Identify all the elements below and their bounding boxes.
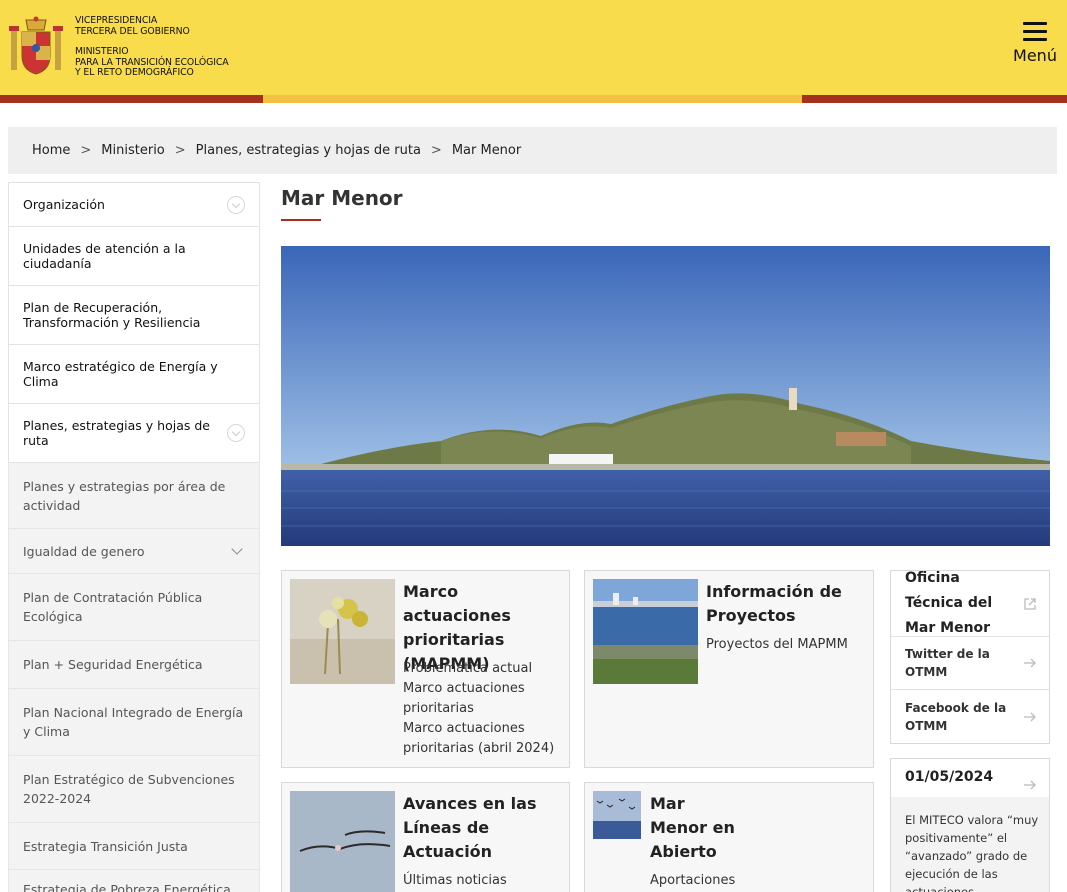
sidebar-subitem[interactable]: Plan de Contratación Pública Ecológica <box>8 574 260 641</box>
sidebar-subitem[interactable]: Plan Nacional Integrado de Energía y Cli… <box>8 689 260 756</box>
sidebar-subitem-label: Plan + Seguridad Energética <box>23 657 203 672</box>
hero-image-mar-menor <box>281 246 1050 546</box>
site-header: Vicepresidencia Tercera del Gobierno Min… <box>0 0 1067 95</box>
card-link[interactable]: Problemática actual <box>403 659 563 679</box>
sidebar-subitem[interactable]: Plan Estratégico de Subvenciones 2022-20… <box>8 756 260 823</box>
hamburger-icon <box>1023 22 1047 41</box>
breadcrumb-ministerio[interactable]: Ministerio <box>101 143 164 158</box>
arrow-right-icon <box>1024 658 1036 668</box>
sidebar-subitem[interactable]: Igualdad de genero <box>8 529 260 574</box>
card-links: Problemática actual Marco actuaciones pr… <box>403 659 563 759</box>
card-title[interactable]: Mar Menor en Abierto <box>650 792 740 864</box>
card-link[interactable]: Últimas noticias <box>403 871 543 891</box>
card-link[interactable]: Marco actuaciones prioritarias <box>403 679 563 719</box>
card-mapmm: Marco actuaciones prioritarias (MAPMM) P… <box>281 570 570 768</box>
sidebar-item-planes[interactable]: Planes, estrategias y hojas de ruta <box>8 404 260 463</box>
sidebar-subitem[interactable]: Estrategia de Pobreza Energética <box>8 870 260 892</box>
expand-circle-icon[interactable] <box>227 424 245 442</box>
card-abierto: Mar Menor en Abierto Aportaciones <box>584 782 874 892</box>
thumbnail-flower-image <box>290 579 395 684</box>
sidebar-nav: Organización Unidades de atención a la c… <box>8 182 260 892</box>
sidebar-subitem-label: Igualdad de genero <box>23 543 145 559</box>
news-card[interactable]: 01/05/2024 El MITECO valora “muy positiv… <box>890 758 1050 892</box>
ministry-line: Ministerio <box>75 46 129 57</box>
sidebar-item-label: Organización <box>23 197 105 212</box>
expand-circle-icon[interactable] <box>227 195 245 214</box>
sidebar-subitem-label: Planes y estrategias por área de activid… <box>23 478 226 513</box>
flag-stripe <box>0 95 263 103</box>
aside-link-label: Facebook de la OTMM <box>905 700 1007 733</box>
ministry-line: y el Reto Demográfico <box>75 67 194 78</box>
breadcrumb-separator: > <box>80 143 92 158</box>
sidebar-subitem-label: Plan de Contratación Pública Ecológica <box>23 590 203 624</box>
flag-stripe <box>802 95 1067 103</box>
ministry-line: Vicepresidencia <box>75 15 158 26</box>
otmm-box: Oficina Técnica del Mar Menor Twitter de… <box>890 570 1050 744</box>
breadcrumb: Home > Ministerio > Planes, estrategias … <box>8 127 1057 174</box>
sidebar-item-label: Unidades de atención a la ciudadanía <box>23 241 186 271</box>
card-proyectos: Información de Proyectos Proyectos del M… <box>584 570 874 768</box>
facebook-otmm-link[interactable]: Facebook de la OTMM <box>891 690 1049 743</box>
sidebar-item-plan-recuperacion[interactable]: Plan de Recuperación, Transformación y R… <box>8 286 260 345</box>
arrow-right-icon <box>1024 780 1036 790</box>
chevron-down-icon[interactable] <box>231 543 243 555</box>
thumbnail-birds-image <box>593 791 641 839</box>
card-links: Aportaciones <box>650 871 810 891</box>
external-link-icon <box>1024 597 1036 610</box>
sidebar-item-label: Marco estratégico de Energía y Clima <box>23 359 218 389</box>
card-title[interactable]: Avances en las Líneas de Actuación <box>403 792 543 864</box>
breadcrumb-separator: > <box>430 143 442 158</box>
news-date: 01/05/2024 <box>905 769 994 785</box>
thumbnail-coast-image <box>593 579 698 684</box>
breadcrumb-current: Mar Menor <box>451 143 522 158</box>
breadcrumb-home[interactable]: Home <box>32 143 70 158</box>
sidebar-item-organizacion[interactable]: Organización <box>8 182 260 227</box>
sidebar-subitem-label: Estrategia Transición Justa <box>23 838 188 854</box>
coat-of-arms-logo[interactable] <box>8 16 64 76</box>
sidebar-subitem-label: Estrategia de Pobreza Energética <box>23 882 231 892</box>
otmm-title: Oficina Técnica del Mar Menor <box>905 570 993 636</box>
breadcrumb-planes[interactable]: Planes, estrategias y hojas de ruta <box>196 143 421 158</box>
page-title: Mar Menor <box>281 186 403 210</box>
menu-label: Menú <box>1013 46 1057 65</box>
sidebar-subitem[interactable]: Estrategia Transición Justa <box>8 823 260 870</box>
menu-button[interactable]: Menú <box>1008 22 1062 74</box>
card-link[interactable]: Proyectos del MAPMM <box>706 635 866 655</box>
title-underline <box>281 219 321 221</box>
ministry-name[interactable]: Vicepresidencia Tercera del Gobierno Min… <box>75 15 229 79</box>
sidebar-item-label: Plan de Recuperación, Transformación y R… <box>23 300 201 330</box>
otmm-office-link[interactable]: Oficina Técnica del Mar Menor <box>891 570 1049 637</box>
card-link[interactable]: Marco actuaciones prioritarias (abril 20… <box>403 719 563 759</box>
flag-stripe <box>263 95 802 103</box>
twitter-otmm-link[interactable]: Twitter de la OTMM <box>891 637 1049 690</box>
sidebar-subitem-label: Plan Estratégico de Subvenciones 2022-20… <box>23 772 235 806</box>
news-text: El MITECO valora “muy positivamente” el … <box>891 797 1049 892</box>
sidebar-subitem-label: Plan Nacional Integrado de Energía y Cli… <box>23 705 244 739</box>
card-avances: Avances en las Líneas de Actuación Últim… <box>281 782 570 892</box>
sidebar-subitem[interactable]: Planes y estrategias por área de activid… <box>8 463 260 529</box>
breadcrumb-separator: > <box>174 143 186 158</box>
sidebar-item-marco-energia[interactable]: Marco estratégico de Energía y Clima <box>8 345 260 404</box>
sidebar-item-unidades[interactable]: Unidades de atención a la ciudadanía <box>8 227 260 286</box>
sidebar-item-label: Planes, estrategias y hojas de ruta <box>23 418 210 448</box>
ministry-line: Tercera del Gobierno <box>75 25 190 37</box>
card-title[interactable]: Información de Proyectos <box>706 580 866 628</box>
aside-link-label: Twitter de la OTMM <box>905 647 990 679</box>
thumbnail-flamingos-image <box>290 791 395 892</box>
card-link[interactable]: Aportaciones <box>650 871 810 891</box>
card-links: Proyectos del MAPMM <box>706 635 866 655</box>
sidebar-subitem[interactable]: Plan + Seguridad Energética <box>8 641 260 689</box>
card-links: Últimas noticias <box>403 871 543 891</box>
arrow-right-icon <box>1024 712 1036 721</box>
